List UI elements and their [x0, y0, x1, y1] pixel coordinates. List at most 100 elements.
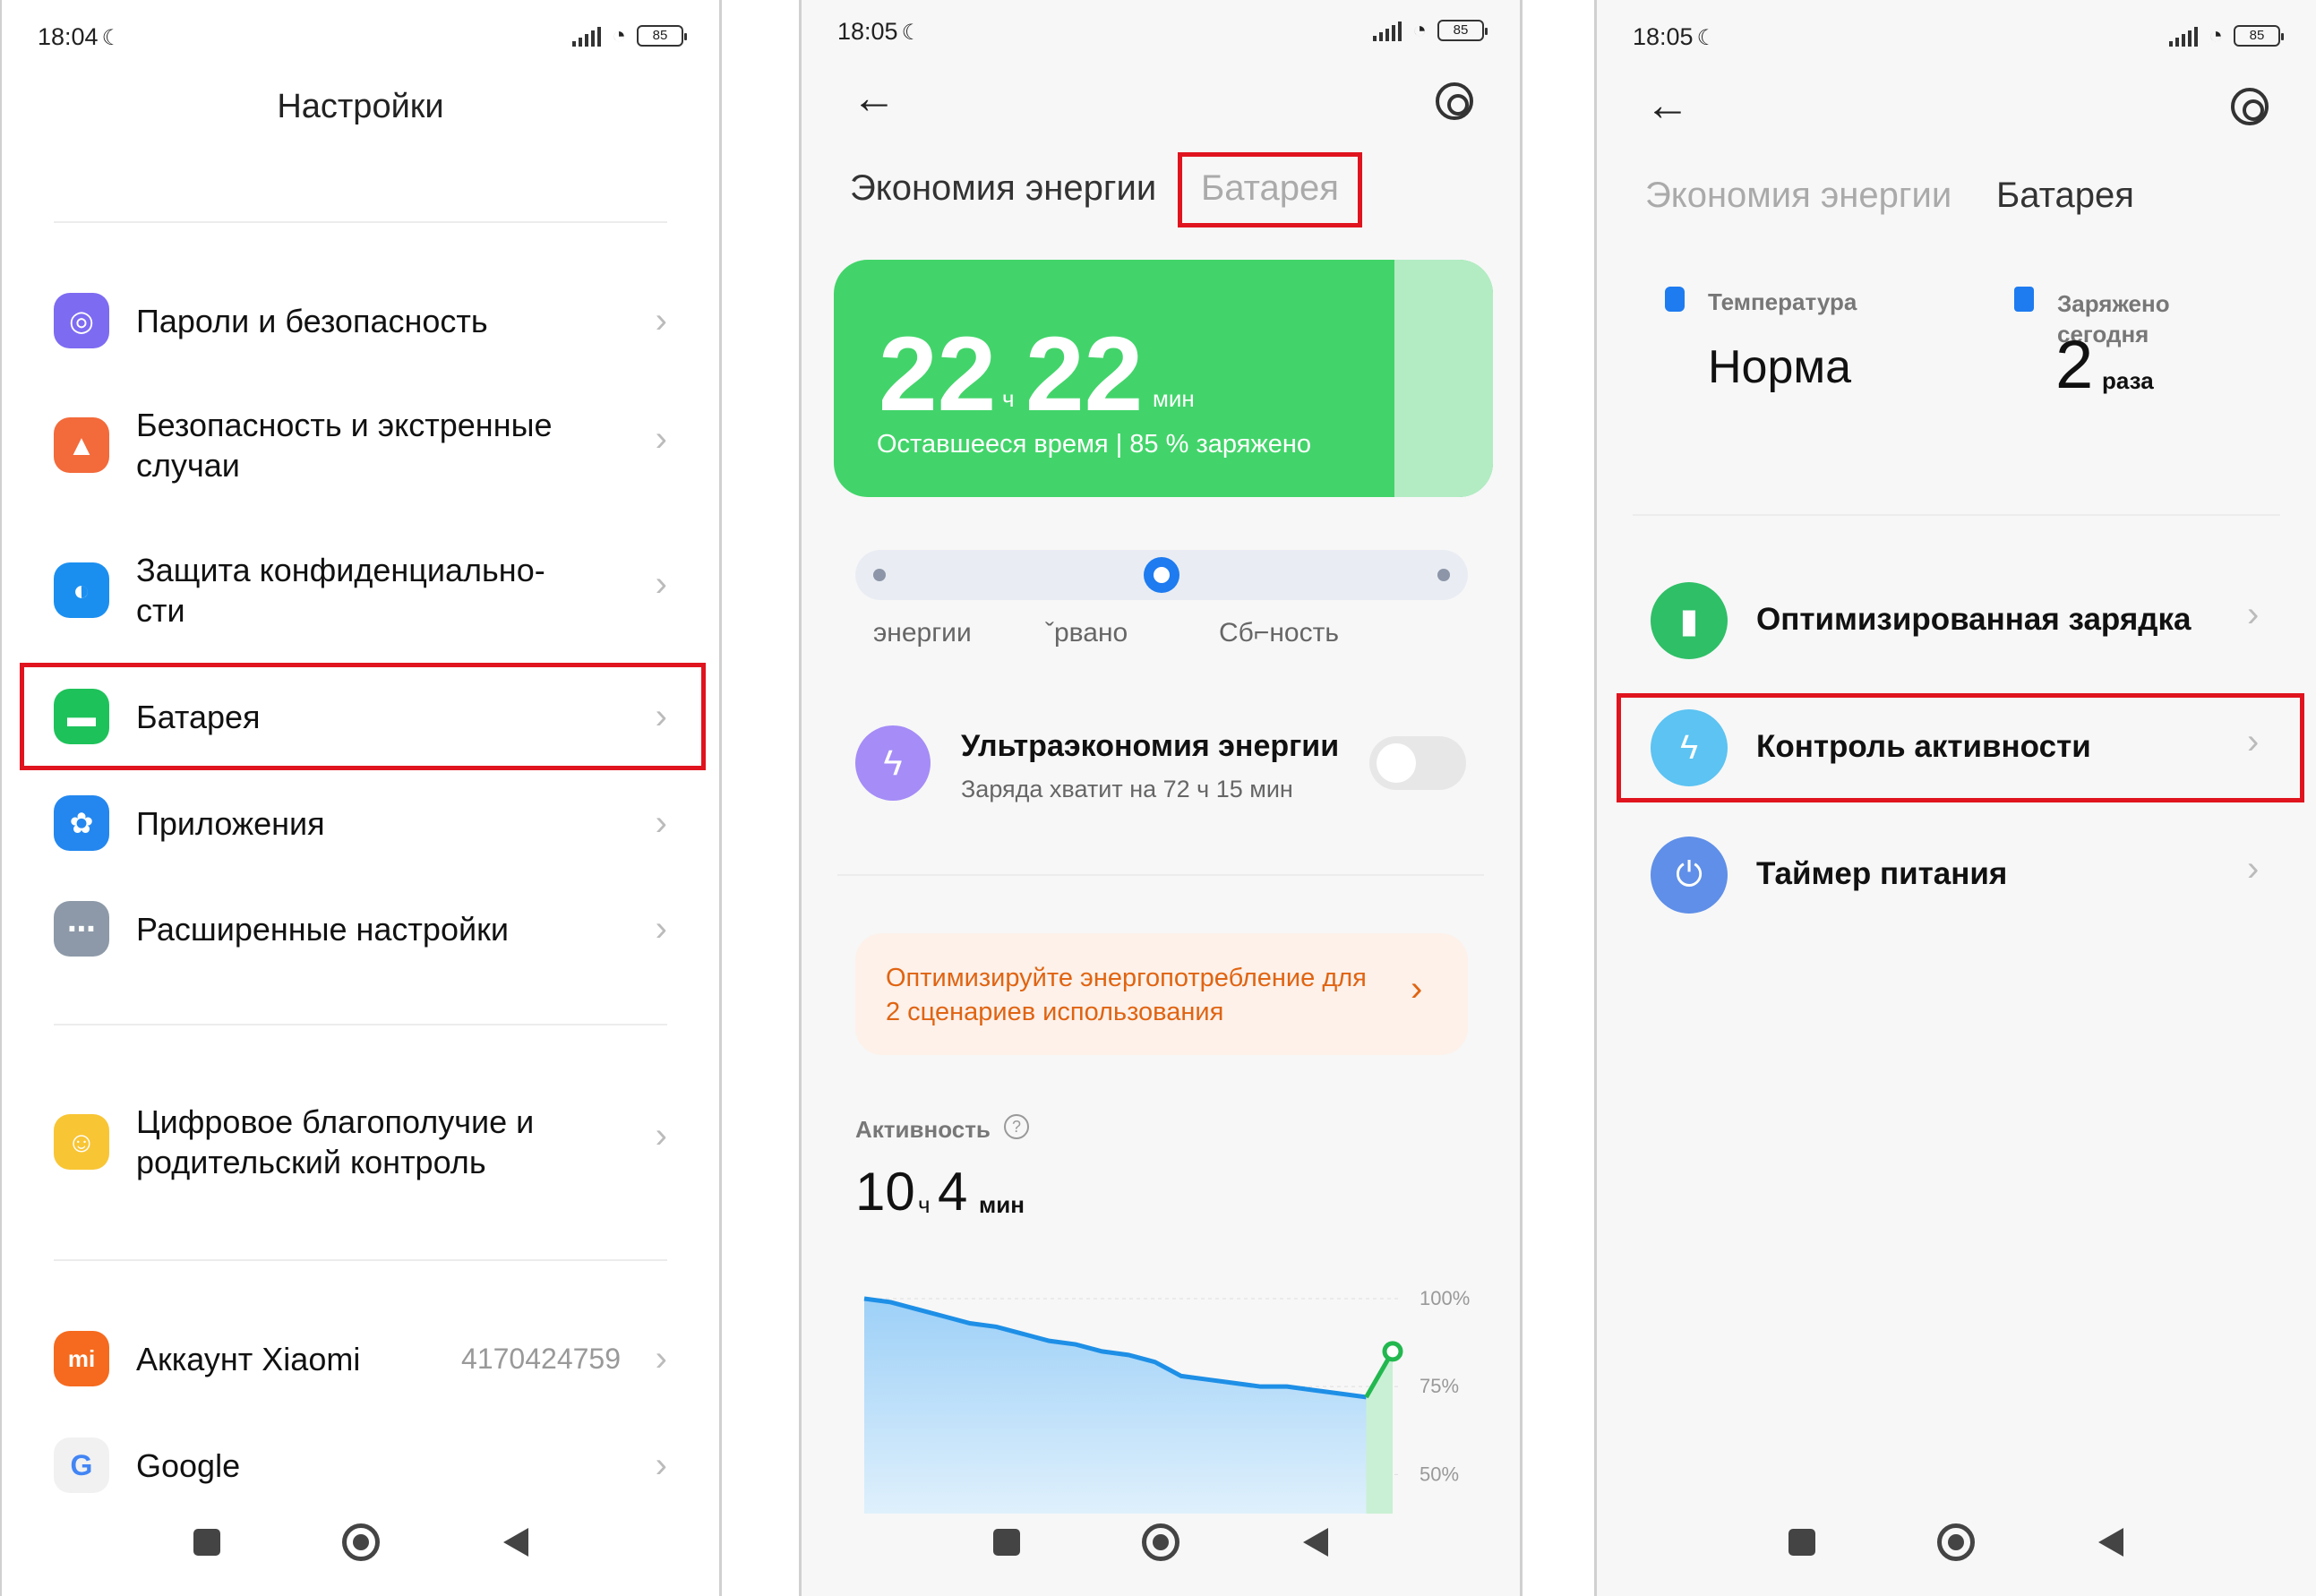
home-button[interactable] [342, 1523, 380, 1561]
lightning-icon: ϟ [855, 725, 931, 801]
home-button[interactable] [1142, 1523, 1179, 1561]
moon-icon: ☾ [901, 21, 922, 45]
battery-icon: 85 [637, 24, 687, 47]
chevron-right-icon: › [655, 1445, 667, 1485]
item-label: Google [136, 1446, 241, 1484]
battery-screen: 18:05 ☾ ◔ 85 ← Экономия энергии Батарея Т… [1594, 0, 2316, 1596]
status-time: 18:05 [1633, 23, 1694, 50]
panel-gap [722, 0, 799, 1596]
help-icon[interactable]: ? [1004, 1114, 1029, 1139]
tab-power-saving[interactable]: Экономия энергии [1645, 176, 1951, 216]
settings-item-wellbeing[interactable]: ☺ Цифровое благополучие и родительский к… [20, 1102, 701, 1182]
signal-icon [1373, 20, 1402, 41]
y-tick-label: 75% [1420, 1375, 1459, 1397]
settings-item-emergency[interactable]: ▲ Безопасность и экстренные случаи › [20, 405, 701, 485]
mode-dot[interactable] [873, 569, 886, 581]
charging-battery-icon: ▮ [1651, 582, 1728, 659]
back-arrow-icon[interactable]: ← [852, 72, 896, 124]
recents-button[interactable] [1788, 1529, 1815, 1556]
status-bar: 18:05 ☾ ◔ 85 [837, 14, 1488, 50]
item-label: Приложения [136, 804, 325, 842]
tip-line-1: Оптимизируйте энергопотребление для [886, 964, 1367, 992]
divider [54, 1259, 667, 1261]
activity-hours-unit: ч [918, 1191, 931, 1218]
ultra-saver-title: Ультраэкономия энергии [961, 729, 1340, 763]
activity-minutes-unit: мин [979, 1191, 1025, 1218]
mode-label-performance[interactable]: Сб⌐ность [1219, 618, 1339, 648]
recents-button[interactable] [993, 1529, 1020, 1556]
chevron-right-icon: › [655, 802, 667, 843]
settings-item-passwords[interactable]: ◎ Пароли и безопасность › [20, 288, 701, 353]
moon-icon: ☾ [101, 26, 122, 50]
battery-icon: 85 [2234, 24, 2284, 47]
highlight-box [1617, 693, 2304, 802]
item-label: Защита конфиденциально- сти [136, 552, 545, 629]
y-tick-label: 50% [1420, 1463, 1459, 1485]
mode-dot-selected[interactable] [1144, 557, 1179, 593]
chevron-right-icon[interactable]: › [2247, 595, 2259, 635]
recents-button[interactable] [193, 1529, 220, 1556]
settings-item-advanced[interactable]: ⋯ Расширенные настройки › [20, 897, 701, 961]
hours-unit: ч [1002, 385, 1015, 412]
page-title: Настройки [277, 88, 444, 125]
mode-label-saving[interactable]: энергии [873, 618, 972, 648]
divider [1633, 514, 2280, 516]
temperature-label: Температура [1708, 288, 1857, 315]
temperature-value: Норма [1708, 341, 1852, 393]
status-bar: 18:05 ☾ ◔ 85 [1633, 20, 2284, 56]
battery-icon: 85 [1437, 19, 1488, 41]
mode-label-balanced[interactable]: ˇрвано [1045, 618, 1128, 648]
battery-area [864, 1299, 1367, 1514]
tab-power-saving[interactable]: Экономия энергии [850, 168, 1156, 209]
charged-count: 2 [2055, 327, 2094, 403]
panel-gap [1523, 0, 1594, 1596]
back-button[interactable] [1303, 1528, 1328, 1557]
chevron-right-icon[interactable]: › [2247, 849, 2259, 889]
navigation-bar [2, 1515, 719, 1569]
chevron-right-icon: › [1411, 969, 1423, 1008]
settings-item-apps[interactable]: ✿ Приложения › [20, 791, 701, 855]
ultra-saver-toggle[interactable] [1369, 736, 1466, 790]
settings-item-xiaomi-account[interactable]: mi Аккаунт Xiaomi 4170424759 › [20, 1326, 701, 1391]
divider [54, 1024, 667, 1025]
charge-level-stripe [1394, 260, 1493, 497]
moon-icon: ☾ [1696, 26, 1717, 50]
alarm-icon: ▲ [54, 417, 109, 473]
back-button[interactable] [2098, 1528, 2123, 1557]
account-id: 4170424759 [461, 1342, 621, 1375]
item-label: Безопасность и экстренные случаи [136, 407, 553, 484]
divider [54, 221, 667, 223]
item-label: Пароли и безопасность [136, 302, 488, 339]
mode-dot[interactable] [1437, 569, 1450, 581]
current-level-point [1382, 1341, 1403, 1362]
chevron-right-icon: › [655, 1338, 667, 1378]
more-icon: ⋯ [54, 901, 109, 957]
optimization-tip[interactable]: Оптимизируйте энергопотребление для 2 сц… [855, 933, 1468, 1055]
status-bar: 18:04 ☾ ◔ 85 [38, 20, 687, 56]
activity-minutes: 4 [938, 1162, 968, 1222]
tab-battery[interactable]: Батарея [1996, 176, 2134, 216]
settings-gear-icon[interactable] [1436, 82, 1473, 120]
battery-level-chart: 100% 75% 50% [863, 1287, 1470, 1514]
highlight-box [1178, 152, 1362, 227]
menu-power-timer[interactable]: Таймер питания [1756, 856, 2007, 892]
activity-label: Активность [855, 1116, 991, 1143]
wifi-icon: ◔ [2209, 21, 2223, 48]
back-button[interactable] [503, 1528, 528, 1557]
navigation-bar [1597, 1515, 2316, 1569]
menu-optimized-charging[interactable]: Оптимизированная зарядка [1756, 602, 2191, 638]
item-label: Цифровое благополучие и родительский кон… [136, 1103, 535, 1180]
status-time: 18:04 [38, 23, 99, 50]
chevron-right-icon: › [655, 908, 667, 948]
settings-gear-icon[interactable] [2231, 88, 2269, 125]
settings-item-privacy[interactable]: ◐ Защита конфиденциально- сти › [20, 550, 701, 631]
settings-screen: 18:04 ☾ ◔ 85 Настройки ◎ Пароли и безопас… [0, 0, 722, 1596]
settings-item-google[interactable]: G Google › [20, 1433, 701, 1497]
power-icon: ⏻ [1651, 837, 1728, 914]
mi-logo-icon: mi [54, 1331, 109, 1386]
item-label: Аккаунт Xiaomi [136, 1340, 361, 1377]
home-button[interactable] [1937, 1523, 1975, 1561]
activity-hours: 10 [855, 1162, 915, 1222]
power-mode-slider[interactable] [855, 550, 1468, 600]
back-arrow-icon[interactable]: ← [1645, 79, 1690, 131]
